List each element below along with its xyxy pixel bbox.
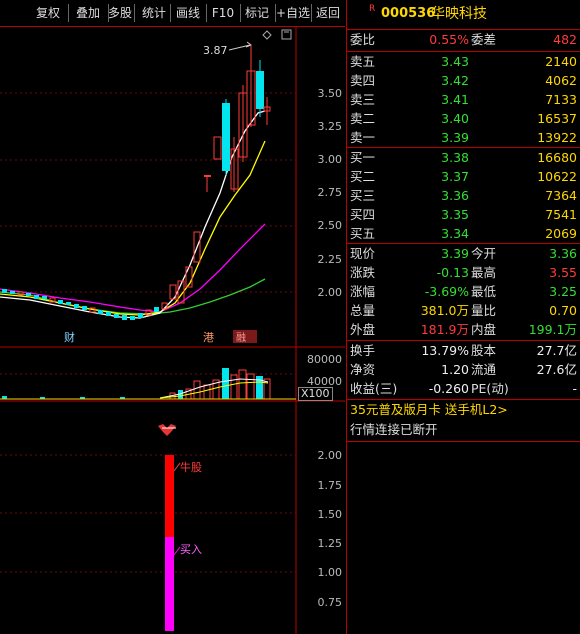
ytick-ind-2: 1.75 (317, 479, 343, 492)
ask-row-1: 卖一 3.39 13922 (350, 130, 577, 145)
fuquan-button[interactable]: 复权 (30, 4, 66, 22)
window-toggle-icon[interactable] (281, 29, 292, 40)
weibi-row: 委比 0.55% 委差 482 (347, 30, 580, 50)
stat-row-volume: 总量 381.0万 量比 0.70 (350, 303, 577, 318)
ytick-ind-1: 2.00 (317, 449, 343, 462)
marker-gang: 港 (203, 331, 214, 344)
weibi-value: 0.55% (429, 32, 469, 47)
bid-row-5: 买五 3.34 2069 (350, 226, 577, 241)
chart-toolbar: 复权 叠加 多股 统计 画线 F10 标记 +自选 返回 (0, 0, 345, 27)
bid-row-2: 买二 3.37 10622 (350, 169, 577, 184)
multi-stock-button[interactable]: 多股 (102, 4, 138, 22)
kline-chart-area[interactable]: 3.87 财 港 融 牛股 买入 (0, 27, 345, 634)
ytick-vol-1: 80000 (307, 353, 342, 366)
marker-cai: 财 (64, 330, 75, 344)
signal-buy-bar (165, 537, 174, 631)
weibi-label: 委比 (350, 32, 376, 47)
f10-button[interactable]: F10 (208, 4, 238, 22)
weicha-value: 482 (553, 32, 577, 47)
connection-status: 行情连接已断开 (350, 422, 438, 437)
signal-bull-label: 牛股 (180, 460, 202, 474)
fin-row-netasset: 净资 1.20 流通 27.6亿 (350, 362, 577, 377)
candles-rally (169, 45, 271, 304)
stat-row-price: 现价 3.39 今开 3.36 (350, 246, 577, 261)
diamond-icon[interactable] (262, 30, 272, 40)
stock-header: R 000536 华映科技 (347, 4, 580, 26)
signal-bull-bar (165, 455, 174, 537)
ask-row-5: 卖五 3.43 2140 (350, 54, 577, 69)
ytick-ind-3: 1.50 (317, 508, 343, 521)
fin-row-turnover: 换手 13.79% 股本 27.7亿 (350, 343, 577, 358)
candles-early (2, 289, 168, 320)
ytick-main-6: 2.25 (317, 253, 343, 266)
ytick-main-3: 3.00 (317, 153, 343, 166)
ytick-main-2: 3.25 (317, 120, 343, 133)
ytick-ind-6: 0.75 (317, 596, 343, 609)
ytick-main-7: 2.00 (317, 286, 343, 299)
bid-row-4: 买四 3.35 7541 (350, 207, 577, 222)
add-watchlist-button[interactable]: +自选 (276, 4, 310, 22)
fin-row-eps: 收益(三) -0.260 PE(动) - (350, 381, 577, 396)
ytick-ind-4: 1.25 (317, 537, 343, 550)
ytick-ind-5: 1.00 (317, 566, 343, 579)
stat-row-change: 涨跌 -0.13 最高 3.55 (350, 265, 577, 280)
ytick-main-1: 3.50 (317, 87, 343, 100)
volume-unit-label: X100 (298, 387, 333, 401)
marker-rong: 融 (236, 332, 246, 344)
promo-link[interactable]: 35元普及版月卡 送手机L2> (347, 400, 580, 420)
ask-row-3: 卖三 3.41 7133 (350, 92, 577, 107)
stock-badge: R (369, 4, 376, 14)
bid-row-3: 买三 3.36 7364 (350, 188, 577, 203)
stock-name: 华映科技 (431, 6, 487, 22)
weicha-label: 委差 (471, 32, 497, 47)
gem-icon (158, 424, 176, 436)
statistics-button[interactable]: 统计 (136, 4, 172, 22)
ask-row-2: 卖二 3.40 16537 (350, 111, 577, 126)
quote-panel: R 000536 华映科技 委比 0.55% 委差 482 卖五 3.43 2140… (346, 0, 580, 634)
signal-buy-label: 买入 (180, 543, 202, 556)
draw-line-button[interactable]: 画线 (170, 4, 206, 22)
volume-bars (2, 368, 271, 400)
ytick-main-4: 2.75 (317, 186, 343, 199)
bid-row-1: 买一 3.38 16680 (350, 150, 577, 165)
overlay-button[interactable]: 叠加 (70, 4, 106, 22)
high-price-label: 3.87 (203, 44, 228, 57)
ask-row-4: 卖四 3.42 4062 (350, 73, 577, 88)
stat-row-pct: 涨幅 -3.69% 最低 3.25 (350, 284, 577, 299)
stat-row-outer: 外盘 181.9万 内盘 199.1万 (350, 322, 577, 337)
ytick-main-5: 2.50 (317, 219, 343, 232)
back-button[interactable]: 返回 (312, 4, 344, 22)
stock-code: 000536 (381, 6, 436, 21)
mark-button[interactable]: 标记 (241, 4, 273, 22)
